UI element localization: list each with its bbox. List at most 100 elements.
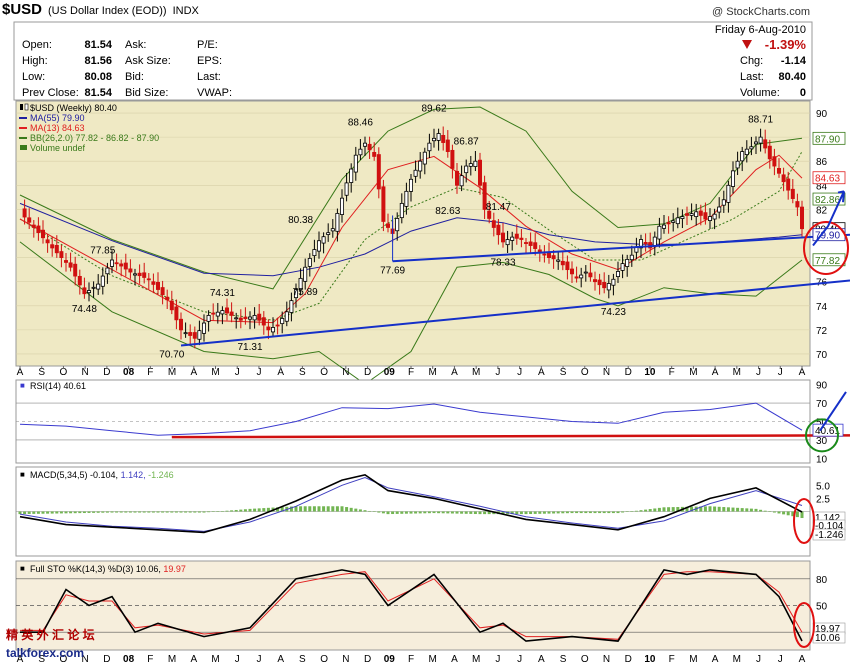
candle-body — [528, 241, 533, 246]
macd-hist-bar — [667, 507, 671, 512]
candle-body — [183, 332, 188, 335]
macd-hist-bar — [225, 510, 229, 512]
candle-body — [606, 283, 611, 291]
macd-hist-bar — [335, 506, 339, 512]
candle-body — [27, 217, 32, 223]
peak-label: 78.33 — [490, 258, 515, 269]
macd-hist-bar — [299, 506, 303, 512]
quote-label: P/E: — [197, 39, 218, 51]
peak-label: 81.47 — [486, 202, 511, 213]
candle-body — [570, 268, 575, 275]
y-tick-label: 90 — [816, 381, 828, 392]
candle-body — [763, 139, 768, 149]
macd-hist-bar — [634, 510, 638, 512]
macd-hist-bar — [377, 511, 381, 513]
candle-body — [694, 211, 699, 218]
value-badge-label: 84.63 — [815, 174, 840, 185]
candle-body — [220, 310, 225, 315]
quote-value: 81.56 — [84, 55, 112, 67]
candle-body — [524, 242, 529, 244]
x-tick-label: M — [472, 654, 480, 665]
candle-body — [454, 170, 459, 186]
candle-body — [68, 262, 73, 268]
macd-hist-bar — [763, 510, 767, 512]
macd-hist-bar — [368, 510, 372, 512]
macd-hist-bar — [427, 511, 431, 514]
macd-hist-bar — [184, 511, 188, 513]
macd-hist-bar — [621, 511, 625, 513]
candle-body — [45, 239, 50, 244]
candle-body — [616, 271, 621, 278]
candle-body — [422, 151, 427, 165]
macd-hist-bar — [391, 511, 395, 515]
macd-hist-bar — [331, 506, 335, 512]
y-tick-label: 72 — [816, 326, 828, 337]
candle-body — [280, 318, 285, 325]
candle-body — [767, 145, 772, 160]
legend-price: $USD (Weekly) 80.40 — [30, 103, 117, 113]
x-tick-label: A — [538, 654, 545, 665]
candle-body — [468, 163, 473, 167]
candle-body — [82, 287, 87, 295]
x-tick-label: F — [669, 654, 675, 665]
macd-hist-bar — [726, 507, 730, 512]
macd-hist-bar — [786, 511, 790, 516]
x-tick-label: M — [211, 654, 219, 665]
quote-label: VWAP: — [197, 87, 232, 99]
candle-body — [77, 275, 82, 286]
macd-hist-bar — [782, 511, 786, 515]
candle-body — [174, 306, 179, 321]
macd-hist-bar — [570, 511, 574, 514]
x-tick-label: M — [429, 654, 437, 665]
macd-hist-bar — [395, 511, 399, 514]
candle-body — [781, 174, 786, 183]
y-tick-label: 30 — [816, 436, 828, 447]
macd-hist-bar — [151, 511, 155, 513]
candle-body — [399, 202, 404, 219]
candle-body — [64, 260, 69, 263]
candle-body — [721, 199, 726, 206]
candle-body — [611, 278, 616, 286]
stock-chart: Open: 81.54 High: 81.56 Low: 80.08 Prev Close:… — [13, 21, 850, 665]
macd-hist-bar — [211, 511, 215, 512]
candle-body — [270, 327, 275, 333]
candle-body — [321, 236, 326, 244]
candle-body — [565, 261, 570, 271]
macd-hist-bar — [418, 511, 422, 514]
quote-label: Open: — [22, 39, 52, 51]
candle-body — [547, 252, 552, 258]
macd-hist-bar — [73, 511, 77, 514]
quote-label: Ask Size: — [125, 55, 171, 67]
candle-body — [87, 290, 92, 294]
x-tick-label: N — [603, 654, 610, 665]
candle-body — [777, 168, 782, 174]
quote-label: Ask: — [125, 39, 146, 51]
macd-hist-bar — [432, 511, 436, 514]
x-tick-label: M — [689, 654, 697, 665]
peak-label: 89.62 — [421, 104, 446, 115]
candle-body — [597, 279, 602, 286]
x-tick-label: O — [320, 654, 328, 665]
macd-hist-bar — [165, 511, 169, 513]
y-tick-label: 86 — [816, 157, 828, 168]
quote-label: Last: — [197, 71, 221, 83]
candle-body — [362, 142, 367, 147]
candle-body — [395, 218, 400, 232]
candle-body — [132, 273, 137, 276]
macd-hist-bar — [142, 511, 146, 513]
macd-hist-bar — [533, 511, 537, 514]
candle-body — [289, 300, 294, 313]
candle-body — [427, 142, 432, 152]
candle-body — [215, 311, 220, 317]
macd-hist-bar — [349, 507, 353, 512]
macd-hist-bar — [745, 508, 749, 512]
candle-body — [473, 160, 478, 167]
candle-body — [91, 286, 96, 289]
candle-body — [593, 279, 598, 283]
y-tick-label: 74 — [816, 302, 828, 313]
sto-legend-icon: ■ — [20, 564, 25, 573]
candle-legend-icon — [24, 103, 29, 111]
candle-body — [643, 242, 648, 245]
peak-label: 82.63 — [435, 206, 460, 217]
value-badge-label: 79.90 — [815, 231, 840, 242]
